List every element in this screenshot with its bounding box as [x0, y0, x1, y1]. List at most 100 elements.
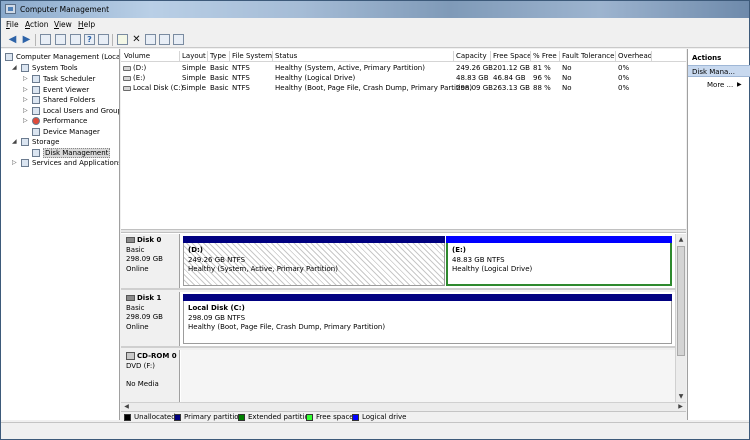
export-icon[interactable] [117, 34, 128, 45]
expand-arrow-icon[interactable]: ▷ [23, 85, 28, 95]
users-icon [32, 107, 40, 115]
legend-label: Extended partition [248, 413, 314, 421]
partition-e[interactable]: (E:) 48.83 GB NTFS Healthy (Logical Driv… [446, 236, 672, 286]
volume-row[interactable]: (E:) Simple Basic NTFS Healthy (Logical … [121, 73, 686, 83]
collapse-arrow-icon[interactable]: ◢ [12, 63, 17, 73]
expand-arrow-icon[interactable]: ▷ [23, 106, 28, 116]
tree-root[interactable]: Computer Management (Local [5, 52, 119, 62]
window-title: Computer Management [20, 5, 110, 14]
tree-item-performance[interactable]: ▷ Performance [23, 116, 87, 126]
tree-item-system-tools[interactable]: ◢ System Tools [12, 63, 78, 73]
actions-section-disk-management[interactable]: Disk Mana... [688, 65, 750, 77]
forward-icon[interactable]: ▶ [21, 34, 32, 45]
console-tree-icon[interactable] [55, 34, 66, 45]
column-header-overhead[interactable]: Overhead [618, 52, 652, 60]
scroll-up-icon[interactable]: ▲ [677, 235, 685, 244]
drive-icon [123, 65, 131, 71]
scroll-right-icon[interactable]: ▶ [676, 403, 685, 411]
open-icon[interactable] [145, 34, 156, 45]
tree-item-shared-folders[interactable]: ▷ Shared Folders [23, 95, 95, 105]
column-header-volume[interactable]: Volume [124, 52, 150, 60]
menu-bar: File Action View Help [1, 18, 749, 32]
partition-c[interactable]: Local Disk (C:) 298.09 GB NTFS Healthy (… [183, 294, 672, 344]
tree-item-task-scheduler[interactable]: ▷ Task Scheduler [23, 74, 95, 84]
disk-info[interactable]: Disk 0 Basic 298.09 GB Online [121, 234, 180, 288]
type-cell: Basic [210, 84, 229, 92]
disk-info[interactable]: CD-ROM 0 DVD (F:) No Media [121, 350, 180, 402]
menu-view[interactable]: View [54, 20, 72, 29]
tree-item-storage[interactable]: ◢ Storage [12, 137, 59, 147]
help-icon[interactable]: ? [84, 34, 95, 45]
shared-folder-icon [32, 96, 40, 104]
column-header-file-system[interactable]: File System [232, 52, 272, 60]
volume-cell: (D:) [123, 64, 146, 72]
collapse-arrow-icon[interactable]: ◢ [12, 137, 17, 147]
delete-icon[interactable]: ✕ [131, 34, 142, 45]
up-folder-icon[interactable] [40, 34, 51, 45]
column-divider[interactable] [272, 51, 273, 62]
column-header-percent-free[interactable]: % Free [533, 52, 557, 60]
column-divider[interactable] [207, 51, 208, 62]
status-bar [1, 422, 749, 439]
pane-icon[interactable] [98, 34, 109, 45]
column-header-capacity[interactable]: Capacity [456, 52, 487, 60]
menu-help[interactable]: Help [78, 20, 95, 29]
disk-map-vertical-scrollbar[interactable]: ▲ ▼ [675, 234, 686, 402]
legend-label: Unallocated [134, 413, 176, 421]
properties-icon[interactable] [70, 34, 81, 45]
scroll-down-icon[interactable]: ▼ [677, 392, 685, 401]
pane-splitter[interactable] [121, 229, 686, 233]
tree-item-local-users[interactable]: ▷ Local Users and Groups [23, 106, 119, 116]
tree-item-services-and-applications[interactable]: ▷ Services and Applications [12, 158, 119, 168]
column-divider[interactable] [229, 51, 230, 62]
capacity-cell: 48.83 GB [456, 74, 489, 82]
no-media-area[interactable] [181, 350, 675, 402]
column-header-layout[interactable]: Layout [182, 52, 206, 60]
services-icon [21, 159, 29, 167]
column-divider[interactable] [490, 51, 491, 62]
column-header-type[interactable]: Type [210, 52, 226, 60]
column-divider[interactable] [179, 51, 180, 62]
column-divider[interactable] [530, 51, 531, 62]
expand-arrow-icon[interactable]: ▷ [23, 74, 28, 84]
scroll-left-icon[interactable]: ◀ [122, 403, 131, 411]
search-icon[interactable] [159, 34, 170, 45]
disk-map-horizontal-scrollbar[interactable]: ◀ ▶ [121, 402, 686, 411]
tree-item-device-manager[interactable]: Device Manager [32, 127, 100, 137]
menu-action[interactable]: Action [25, 20, 49, 29]
partition-d[interactable]: (D:) 249.26 GB NTFS Healthy (System, Act… [183, 236, 445, 286]
volume-name: (D:) [133, 64, 147, 72]
column-divider[interactable] [453, 51, 454, 62]
percent-free-cell: 88 % [533, 84, 551, 92]
clock-icon [32, 75, 40, 83]
title-bar[interactable]: Computer Management [1, 1, 749, 18]
legend-swatch [238, 413, 245, 421]
volume-row[interactable]: (D:) Simple Basic NTFS Healthy (System, … [121, 63, 686, 73]
more-actions-link[interactable]: More ... [707, 81, 733, 89]
expand-arrow-icon[interactable]: ▷ [12, 158, 17, 168]
details-icon[interactable] [173, 34, 184, 45]
submenu-arrow-icon[interactable]: ▶ [737, 81, 742, 88]
tree-item-event-viewer[interactable]: ▷ Event Viewer [23, 85, 89, 95]
column-header-status[interactable]: Status [275, 52, 297, 60]
expand-arrow-icon[interactable]: ▷ [23, 95, 28, 105]
file-system-cell: NTFS [232, 74, 250, 82]
column-divider[interactable] [651, 51, 652, 62]
menu-file[interactable]: File [6, 20, 19, 29]
disk-info[interactable]: Disk 1 Basic 298.09 GB Online [121, 292, 180, 346]
tree-item-disk-management[interactable]: Disk Management [32, 148, 111, 158]
column-divider[interactable] [559, 51, 560, 62]
back-icon[interactable]: ◀ [7, 34, 18, 45]
partition-body: Local Disk (C:) 298.09 GB NTFS Healthy (… [183, 301, 672, 344]
column-header-fault-tolerance[interactable]: Fault Tolerance [562, 52, 614, 60]
volume-cell: Local Disk (C:) [123, 84, 183, 92]
expand-arrow-icon[interactable]: ▷ [23, 116, 28, 126]
volume-row[interactable]: Local Disk (C:) Simple Basic NTFS Health… [121, 83, 686, 93]
disk-state: Online [126, 264, 149, 273]
scroll-thumb[interactable] [677, 246, 685, 356]
column-header-free-space[interactable]: Free Space [493, 52, 531, 60]
column-divider[interactable] [615, 51, 616, 62]
computer-management-window: Computer Management File Action View Hel… [0, 0, 750, 440]
volume-name: Local Disk (C:) [133, 84, 184, 92]
toolbar-separator [112, 34, 113, 46]
